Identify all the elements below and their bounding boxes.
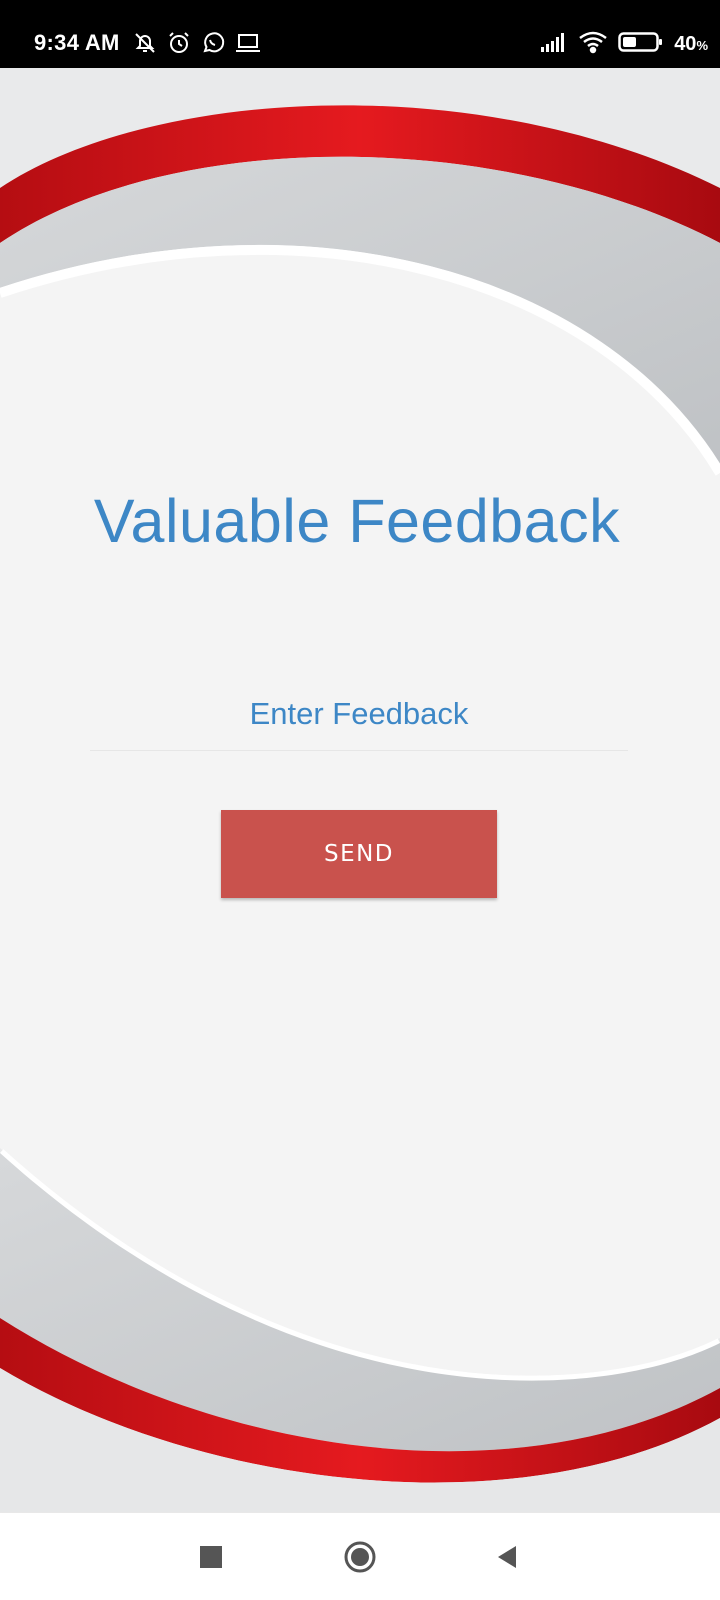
feedback-input[interactable] [90,688,628,750]
home-button[interactable] [338,1535,382,1579]
status-time: 9:34 AM [34,30,120,55]
signal-icon [540,31,568,58]
back-icon [498,1546,516,1568]
laptop-icon [234,30,262,56]
battery-unit: % [696,38,708,53]
feedback-field[interactable] [90,688,628,751]
battery-icon [618,31,664,58]
whatsapp-icon [200,30,226,56]
battery-percent-value: 40 [674,33,697,55]
recents-icon [200,1546,222,1568]
system-status: 40% [540,30,708,59]
send-button[interactable]: SEND [221,810,497,898]
navigation-bar [0,1512,720,1600]
back-button[interactable] [485,1535,529,1579]
bell-off-icon [132,30,158,56]
alarm-icon [166,30,192,56]
status-bar: 9:34 AM 40% [0,0,720,68]
background-swoosh [0,68,720,1512]
page-title: Valuable Feedback [93,487,621,555]
notification-icons [132,30,262,56]
battery-percent: 40% [674,33,708,56]
recents-button[interactable] [189,1535,233,1579]
wifi-icon [578,30,608,59]
home-icon [344,1541,376,1573]
screen: 9:34 AM 40% Valuable Feedback Enter Feed… [0,0,720,1600]
